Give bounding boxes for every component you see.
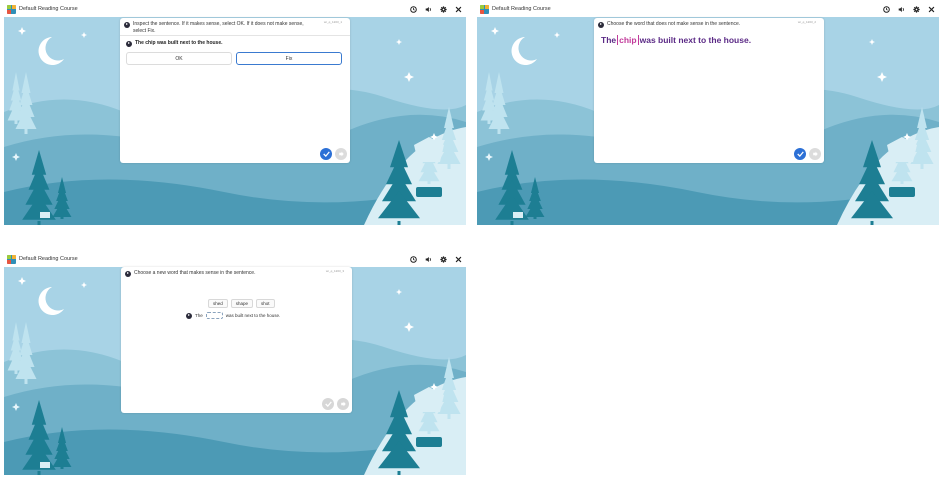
fix-button[interactable]: Fix <box>236 52 342 65</box>
clock-icon[interactable] <box>409 255 417 264</box>
word-choice-shape[interactable]: shape <box>230 299 254 308</box>
top-bar: Default Reading Course <box>4 3 466 17</box>
gear-icon[interactable] <box>439 255 447 264</box>
top-bar: Default Reading Course <box>477 3 939 17</box>
sentence-word-selected[interactable]: chip <box>617 35 639 45</box>
app-logo-icon <box>480 5 489 14</box>
play-audio-icon[interactable] <box>598 21 604 28</box>
question-id: wr_q_1203_3 <box>325 269 344 273</box>
question-prompt: Choose a new word that makes sense in th… <box>134 270 256 276</box>
speaker-icon[interactable] <box>897 5 905 14</box>
app-title: Default Reading Course <box>19 256 78 262</box>
close-icon[interactable] <box>927 5 935 14</box>
play-sentence-icon[interactable] <box>186 312 192 319</box>
gear-icon[interactable] <box>912 5 920 14</box>
sentence-word[interactable]: The <box>601 35 616 45</box>
next-button[interactable] <box>335 148 347 160</box>
question-card: wr_q_1203_2 Choose the word that does no… <box>594 18 824 163</box>
question-card: wr_q_1203_1 Inspect the sentence. If it … <box>120 18 350 163</box>
app-logo-icon <box>7 5 16 14</box>
close-icon[interactable] <box>454 255 462 264</box>
question-prompt: Inspect the sentence. If it makes sense,… <box>133 21 304 34</box>
next-button[interactable] <box>337 398 349 410</box>
sentence-start: The <box>195 313 203 318</box>
gear-icon[interactable] <box>439 5 447 14</box>
app-title: Default Reading Course <box>19 6 78 12</box>
speaker-icon[interactable] <box>424 5 432 14</box>
sentence: The chip was built next to the house. <box>601 35 751 45</box>
speaker-icon[interactable] <box>424 255 432 264</box>
answer-blank[interactable] <box>205 312 223 319</box>
top-bar: Default Reading Course <box>4 253 466 267</box>
question-id: wr_q_1203_2 <box>797 20 816 24</box>
window-controls <box>409 255 462 264</box>
screen-2: Default Reading Course wr_q_1203_2 Choos… <box>477 3 939 225</box>
word-choices: shed shape shot <box>208 299 275 308</box>
fill-sentence: The was built next to the house. <box>186 312 280 319</box>
play-sentence-icon[interactable] <box>126 40 132 47</box>
divider <box>120 35 350 36</box>
sentence-end: was built next to the house. <box>225 313 281 318</box>
clock-icon[interactable] <box>882 5 890 14</box>
question-id: wr_q_1203_1 <box>323 20 342 24</box>
check-answer-button[interactable] <box>322 398 334 410</box>
screen-1: Default Reading Course wr_q_1203_1 Inspe… <box>4 3 466 225</box>
next-button[interactable] <box>809 148 821 160</box>
sentence: The chip was built next to the house. <box>135 40 223 47</box>
word-choice-shot[interactable]: shot <box>256 299 275 308</box>
clock-icon[interactable] <box>409 5 417 14</box>
close-icon[interactable] <box>454 5 462 14</box>
screen-3: Default Reading Course wr_q_1203_3 Choos… <box>4 253 466 475</box>
word-choice-shed[interactable]: shed <box>208 299 228 308</box>
check-answer-button[interactable] <box>320 148 332 160</box>
app-title: Default Reading Course <box>492 6 551 12</box>
question-prompt: Choose the word that does not make sense… <box>607 21 741 27</box>
app-logo-icon <box>7 255 16 264</box>
play-audio-icon[interactable] <box>124 21 130 28</box>
play-audio-icon[interactable] <box>125 270 131 277</box>
ok-button[interactable]: OK <box>126 52 232 65</box>
window-controls <box>409 5 462 14</box>
check-answer-button[interactable] <box>794 148 806 160</box>
window-controls <box>882 5 935 14</box>
sentence-rest[interactable]: was built next to the house. <box>640 35 751 45</box>
question-card: wr_q_1203_3 Choose a new word that makes… <box>121 267 352 413</box>
